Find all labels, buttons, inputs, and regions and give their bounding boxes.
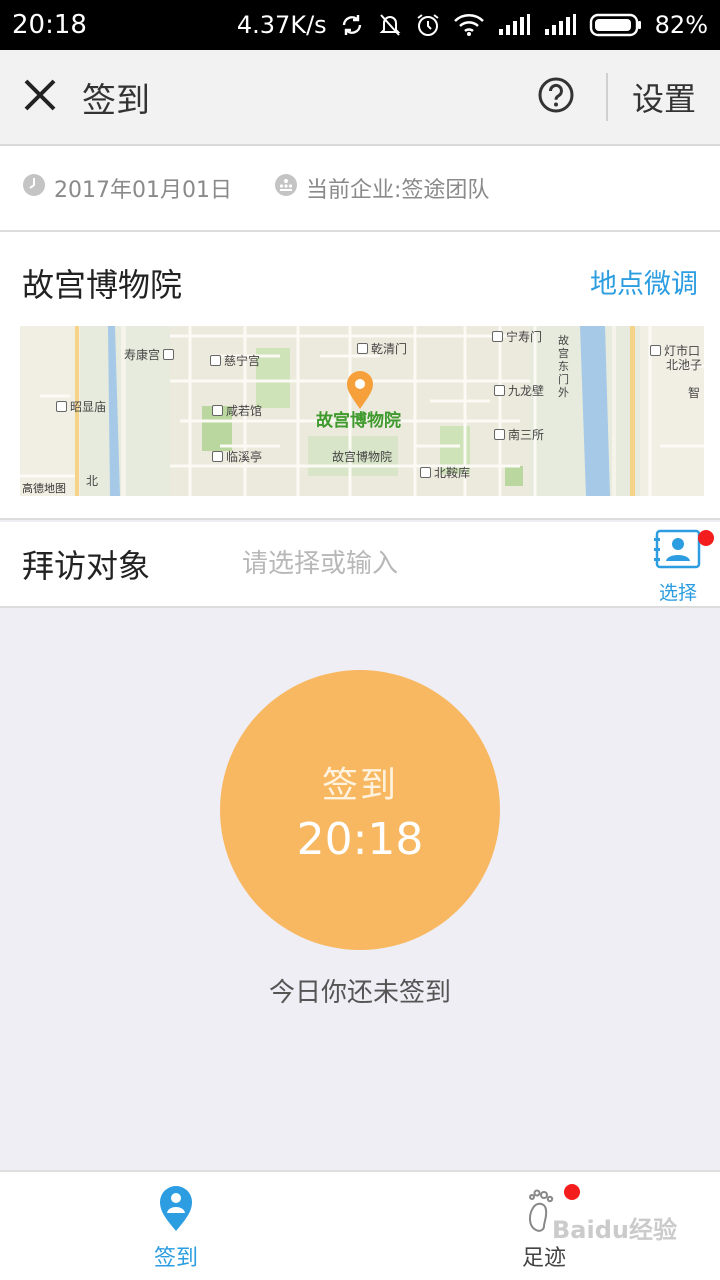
status-icons: 4.37K/s 82% [237,11,708,39]
map-label: 慈宁宫 [210,352,260,369]
notification-dot [564,1184,580,1200]
checkin-time: 20:18 [296,813,424,865]
battery-icon [589,12,643,38]
contact-select-button[interactable]: 选择 [650,528,714,605]
close-icon [23,78,57,116]
map-label: 临溪亭 [212,448,262,465]
company-info: 当前企业:签途团队 [274,172,489,204]
checkin-label: 签到 [321,764,398,806]
visit-target-row: 拜访对象 选择 [0,522,720,608]
map-label: 咸若馆 [212,402,262,419]
company-icon [274,173,298,203]
date-info: 2017年01月01日 [22,172,232,204]
visit-target-input[interactable] [242,549,622,579]
map-label: 故宫博物院 [332,450,393,464]
nav-bar: 签到 设置 [0,50,720,146]
map-brand: 高德地图 [22,482,66,495]
location-name: 故宫博物院 [22,266,183,304]
map-label: 乾清门 [357,340,407,357]
location-map[interactable]: 故宫博物院 寿康宫 慈宁宫 乾清门 宁寿门 昭显庙 咸若馆 九龙壁 南三所 临溪… [20,326,704,496]
info-row: 2017年01月01日 当前企业:签途团队 [0,146,720,232]
contact-select-label: 选择 [658,582,697,604]
page-title: 签到 [82,80,150,121]
alarm-icon [415,12,441,38]
tab-label: 签到 [153,1246,198,1271]
map-label: 故宫东门外 [558,334,569,399]
location-card: 故宫博物院 地点微调 故宫博物院 寿康宫 慈宁宫 乾清门 宁寿门 昭显庙 咸若馆… [0,232,720,520]
map-pin-icon [345,370,375,410]
map-label: 北池子 [666,358,703,372]
help-button[interactable] [516,49,596,145]
signal-icon [497,13,531,37]
map-label: 北鞍库 [420,464,470,481]
map-label: 智 [688,386,701,400]
status-time: 20:18 [12,10,87,40]
person-pin-icon [158,1184,194,1232]
network-speed: 4.37K/s [236,11,327,39]
map-label: 昭显庙 [56,398,106,415]
map-label: 北 [86,474,99,488]
status-bar: 20:18 4.37K/s 82% [0,0,720,50]
map-label: 宁寿门 [492,328,542,345]
notification-dot [698,530,714,546]
map-main-label: 故宫博物院 [316,411,401,431]
visit-target-label: 拜访对象 [22,547,151,585]
wifi-icon [453,13,485,37]
sync-icon [339,12,365,38]
map-label: 南三所 [494,426,544,443]
settings-button[interactable]: 设置 [618,49,720,145]
contact-card-icon [653,528,703,576]
close-button[interactable] [0,49,80,145]
date-text: 2017年01月01日 [54,178,232,203]
checkin-button[interactable]: 签到 20:18 [220,670,500,950]
tab-checkin[interactable]: 签到 [76,1172,276,1280]
battery-level: 82% [654,11,708,39]
checkin-status: 今日你还未签到 [268,978,451,1008]
nav-divider [605,73,608,121]
clock-icon [22,173,46,203]
map-label: 九龙壁 [494,382,544,399]
help-icon [537,76,575,118]
location-adjust-link[interactable]: 地点微调 [590,262,698,301]
watermark: Baidu经验 [552,1216,677,1244]
mute-bell-icon [377,12,403,38]
company-text: 当前企业:签途团队 [305,178,490,203]
bottom-tab-bar: 签到 足迹 Baidu经验 [0,1170,720,1280]
signal-icon [543,13,577,37]
map-label: 寿康宫 [124,346,175,363]
